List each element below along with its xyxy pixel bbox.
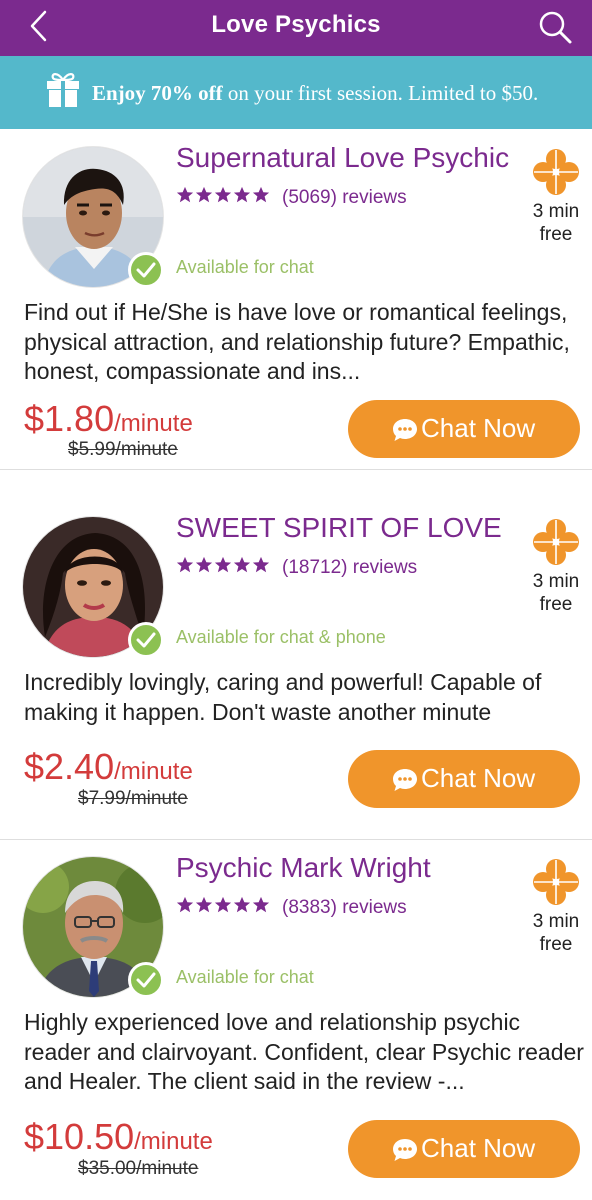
free-minutes-text: free	[539, 224, 573, 245]
current-price: $1.80/minute	[24, 398, 193, 440]
star-icon	[233, 896, 251, 913]
chat-now-label: Chat Now	[421, 763, 536, 793]
rating-stars	[176, 556, 271, 576]
review-count[interactable]: (5069) reviews	[282, 187, 407, 209]
avatar-container	[22, 516, 164, 658]
psychic-name[interactable]: Supernatural Love Psychic	[176, 142, 509, 174]
price-unit: /minute	[114, 758, 193, 785]
price-amount: $1.80	[24, 398, 115, 439]
psychic-card[interactable]: SWEET SPIRIT OF LOVE (18712) reviews 3 m…	[0, 500, 592, 840]
page-title: Love Psychics	[211, 11, 381, 38]
star-icon	[176, 556, 194, 573]
app-header: Love Psychics	[0, 0, 592, 56]
price-amount: $10.50	[24, 1116, 135, 1157]
chat-bubble-icon	[393, 1139, 417, 1161]
promo-highlight: Enjoy 70% off	[92, 81, 223, 105]
free-minutes-label: 3 min free	[520, 910, 592, 956]
star-icon	[176, 186, 194, 203]
star-icon	[233, 186, 251, 203]
price-unit: /minute	[134, 1128, 213, 1155]
psychic-card[interactable]: Psychic Mark Wright (8383) reviews 3 min…	[0, 840, 592, 1200]
free-minutes-flower-icon	[530, 516, 582, 568]
chat-now-button[interactable]: Chat Now	[348, 400, 580, 458]
avatar-container	[22, 856, 164, 998]
chat-now-button[interactable]: Chat Now	[348, 1120, 580, 1178]
free-minutes-amount: 3 min	[532, 911, 580, 932]
chat-now-label: Chat Now	[421, 413, 536, 443]
rating-stars	[176, 186, 271, 206]
psychic-name[interactable]: Psychic Mark Wright	[176, 852, 431, 884]
star-icon	[195, 186, 213, 203]
chat-now-button[interactable]: Chat Now	[348, 750, 580, 808]
chat-now-label: Chat Now	[421, 1133, 536, 1163]
price-amount: $2.40	[24, 746, 115, 787]
verified-check-icon	[128, 962, 164, 998]
avatar-container	[22, 146, 164, 288]
verified-check-icon	[128, 622, 164, 658]
price-unit: /minute	[114, 410, 193, 437]
star-icon	[252, 556, 270, 573]
free-minutes-label: 3 min free	[520, 200, 592, 246]
free-minutes-amount: 3 min	[532, 201, 580, 222]
promo-detail: on your first session. Limited to $50.	[222, 81, 539, 105]
free-minutes-label: 3 min free	[520, 570, 592, 616]
star-icon	[252, 896, 270, 913]
psychic-description[interactable]: Find out if He/She is have love or roman…	[24, 298, 584, 387]
free-minutes-text: free	[539, 594, 573, 615]
original-price: $35.00/minute	[78, 1158, 199, 1179]
availability-status: Available for chat	[176, 257, 314, 277]
original-price: $7.99/minute	[78, 788, 188, 809]
star-icon	[176, 896, 194, 913]
promo-text: Enjoy 70% off on your first session. Lim…	[92, 81, 538, 106]
psychic-name[interactable]: SWEET SPIRIT OF LOVE	[176, 512, 502, 544]
star-icon	[252, 186, 270, 203]
review-count[interactable]: (8383) reviews	[282, 897, 407, 919]
verified-check-icon	[128, 252, 164, 288]
star-icon	[195, 556, 213, 573]
psychic-description[interactable]: Incredibly lovingly, caring and powerful…	[24, 668, 584, 727]
rating-stars	[176, 896, 271, 916]
psychic-description[interactable]: Highly experienced love and relationship…	[24, 1008, 584, 1097]
promo-banner[interactable]: Enjoy 70% off on your first session. Lim…	[0, 56, 592, 129]
gift-icon	[46, 70, 80, 108]
search-icon[interactable]	[536, 8, 574, 46]
free-minutes-flower-icon	[530, 146, 582, 198]
free-minutes-flower-icon	[530, 856, 582, 908]
original-price: $5.99/minute	[68, 439, 178, 460]
chat-bubble-icon	[393, 769, 417, 791]
availability-status: Available for chat	[176, 967, 314, 987]
star-icon	[233, 556, 251, 573]
star-icon	[214, 186, 232, 203]
chat-bubble-icon	[393, 419, 417, 441]
star-icon	[214, 896, 232, 913]
free-minutes-amount: 3 min	[532, 571, 580, 592]
star-icon	[214, 556, 232, 573]
review-count[interactable]: (18712) reviews	[282, 557, 417, 579]
availability-status: Available for chat & phone	[176, 627, 386, 647]
current-price: $10.50/minute	[24, 1116, 213, 1158]
free-minutes-text: free	[539, 934, 573, 955]
star-icon	[195, 896, 213, 913]
psychic-card[interactable]: Supernatural Love Psychic (5069) reviews…	[0, 130, 592, 470]
current-price: $2.40/minute	[24, 746, 193, 788]
